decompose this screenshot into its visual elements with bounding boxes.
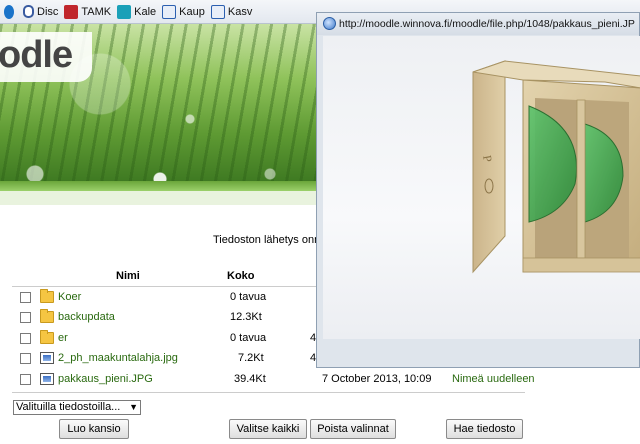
popup-title-bar[interactable]: http://moodle.winnova.fi/moodle/file.php… xyxy=(317,13,639,35)
image-file-icon xyxy=(40,352,54,364)
upload-file-button[interactable]: Hae tiedosto xyxy=(446,419,523,439)
file-name-link[interactable]: er xyxy=(58,332,68,344)
new-folder-button[interactable]: Luo kansio xyxy=(59,419,129,439)
file-size: 0 tavua xyxy=(230,332,267,344)
calendar-icon xyxy=(117,4,132,19)
file-name-link[interactable]: backupdata xyxy=(58,311,115,323)
image-file-icon xyxy=(40,373,54,385)
deselect-all-button[interactable]: Poista valinnat xyxy=(310,419,396,439)
file-size: 39.4Kt xyxy=(234,373,266,385)
rename-link[interactable]: Nimeä uudelleen xyxy=(452,373,535,385)
file-date: 7 October 2013, 10:09 xyxy=(322,373,432,385)
bookmark-favicon-icon xyxy=(64,4,79,19)
file-size: 12.3Kt xyxy=(230,311,262,323)
file-name-link[interactable]: pakkaus_pieni.JPG xyxy=(58,373,153,385)
ie-globe-icon xyxy=(323,17,336,30)
bookmark-favicon-icon xyxy=(4,4,14,19)
bookmark-label: Kasv xyxy=(227,5,253,18)
row-checkbox[interactable] xyxy=(20,333,31,344)
bulk-action-select[interactable]: Valituilla tiedostoilla... ▼ xyxy=(13,400,141,415)
ie-page-icon xyxy=(162,4,177,19)
bookmark-label: TAMK xyxy=(81,5,112,18)
chevron-down-icon: ▼ xyxy=(129,402,138,412)
table-row: pakkaus_pieni.JPG 39.4Kt 7 October 2013,… xyxy=(12,371,535,391)
folder-icon xyxy=(40,309,54,323)
banner-divider xyxy=(0,181,320,191)
image-popup-window[interactable]: http://moodle.winnova.fi/moodle/file.php… xyxy=(316,12,640,368)
popup-footer xyxy=(317,339,639,367)
bookmark-item[interactable]: Kasv xyxy=(209,2,256,22)
bookmark-label: Kaup xyxy=(179,5,205,18)
bookmark-item[interactable]: Kale xyxy=(115,2,160,22)
bookmark-label: Disc xyxy=(37,5,59,18)
file-name-link[interactable]: 2_ph_maakuntalahja.jpg xyxy=(58,352,178,364)
bookmark-item[interactable]: Kaup xyxy=(160,2,209,22)
popup-image-area: P xyxy=(323,36,640,339)
file-size: 7.2Kt xyxy=(238,352,264,364)
bookmark-item[interactable]: Disc xyxy=(21,2,62,22)
table-divider xyxy=(12,392,525,393)
bookmark-item[interactable] xyxy=(2,2,21,22)
select-all-button[interactable]: Valitse kaikki xyxy=(229,419,307,439)
bookmark-item[interactable]: TAMK xyxy=(62,2,115,22)
bookmark-favicon-icon xyxy=(23,5,34,18)
bulk-action-selected: Valituilla tiedostoilla... xyxy=(16,401,121,413)
bookmark-label: Kale xyxy=(134,5,157,18)
popup-url: http://moodle.winnova.fi/moodle/file.php… xyxy=(339,18,635,30)
row-checkbox[interactable] xyxy=(20,374,31,385)
folder-icon xyxy=(40,330,54,344)
moodle-logo[interactable]: odle xyxy=(0,34,73,77)
row-checkbox[interactable] xyxy=(20,312,31,323)
folder-icon xyxy=(40,289,54,303)
file-name-link[interactable]: Koer xyxy=(58,291,81,303)
upload-status-message: Tiedoston lähetys onnis xyxy=(213,234,329,246)
ie-page-icon xyxy=(210,4,225,19)
row-checkbox[interactable] xyxy=(20,353,31,364)
header-banner-image: odle xyxy=(0,24,320,181)
row-checkbox[interactable] xyxy=(20,292,31,303)
file-size: 0 tavua xyxy=(230,291,267,303)
package-render-image: P xyxy=(472,60,640,274)
banner-shadow xyxy=(0,191,320,205)
